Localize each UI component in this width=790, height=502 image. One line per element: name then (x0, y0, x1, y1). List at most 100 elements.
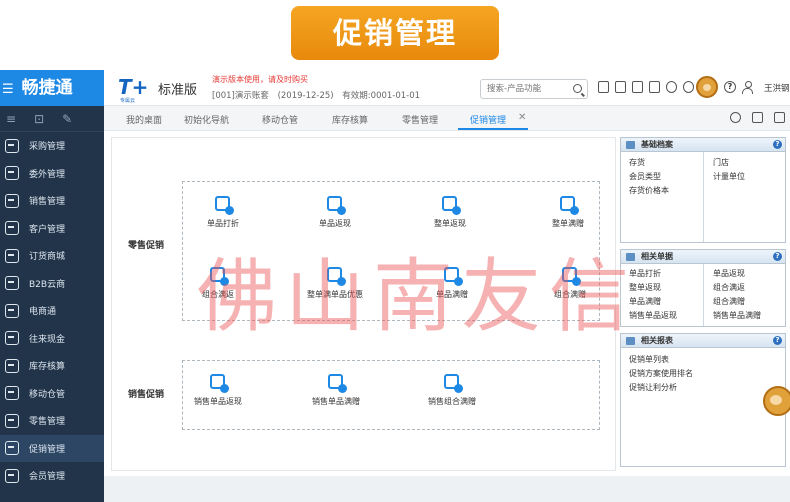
feature-combo-cashback[interactable]: 组合满返 (178, 265, 258, 300)
feature-single-cashback[interactable]: 单品返现 (295, 194, 375, 229)
link-report[interactable]: 促销让利分析 (629, 382, 677, 393)
sidebar-toolbar: ≡ ⊡ ✎ (0, 106, 104, 132)
sidebar-item-label: 委外管理 (29, 169, 66, 180)
collapse-icon[interactable]: ⊡ (34, 112, 44, 126)
link-doc[interactable]: 组合满赠 (713, 296, 745, 307)
link-report[interactable]: 促销单列表 (629, 354, 669, 365)
sidebar-item-order-mall[interactable]: 订货商城 (0, 242, 104, 270)
mascot-avatar[interactable] (696, 76, 718, 98)
sidebar-item-retail[interactable]: 零售管理 (0, 407, 104, 435)
purchase-icon (5, 138, 19, 153)
link-inventory[interactable]: 存货 (629, 157, 645, 168)
sidebar-item-cash[interactable]: 往来现金 (0, 325, 104, 353)
feature-label: 整单返现 (434, 219, 466, 228)
feature-combo-gift[interactable]: 组合满赠 (530, 265, 610, 300)
sidebar-item-members[interactable]: 会员管理 (0, 462, 104, 490)
tab-mobile-warehouse[interactable]: 移动仓管 (262, 113, 298, 126)
edit-icon[interactable]: ✎ (62, 112, 72, 126)
cashback-icon (325, 194, 346, 215)
link-doc[interactable]: 单品打折 (629, 268, 661, 279)
sidebar-logo[interactable]: ☰ 畅捷通 (0, 70, 104, 106)
feature-sales-single-gift[interactable]: 销售单品满赠 (296, 372, 376, 407)
message-icon[interactable] (649, 81, 660, 93)
logo-subtitle: 专属云 (120, 98, 136, 104)
search-icon[interactable] (730, 112, 741, 123)
close-icon[interactable]: ✕ (518, 112, 526, 123)
customer-icon (5, 221, 19, 236)
b2b-icon (5, 276, 19, 291)
search-icon[interactable] (573, 84, 582, 93)
feature-label: 整单满单品优惠 (307, 290, 363, 299)
search-input[interactable] (481, 80, 565, 98)
list-icon[interactable]: ≡ (6, 112, 16, 126)
link-doc[interactable]: 组合满返 (713, 282, 745, 293)
sidebar-item-mobile-warehouse[interactable]: 移动仓管 (0, 380, 104, 408)
ecommerce-icon (5, 303, 19, 318)
checklist-icon[interactable] (615, 81, 626, 93)
sidebar-item-promotion[interactable]: 促销管理 (0, 434, 104, 462)
help-icon[interactable]: ? (773, 252, 782, 261)
sidebar-item-ecommerce[interactable]: 电商通 (0, 297, 104, 325)
outsourcing-icon (5, 166, 19, 181)
help-icon[interactable]: ? (724, 81, 736, 93)
sidebar-item-label: 销售管理 (29, 197, 66, 208)
feature-order-single-offer[interactable]: 整单满单品优惠 (290, 265, 380, 300)
feature-single-discount[interactable]: 单品打折 (183, 194, 263, 229)
feature-label: 单品满赠 (436, 290, 468, 299)
tab-desktop[interactable]: 我的桌面 (126, 113, 162, 126)
link-doc[interactable]: 单品返现 (713, 268, 745, 279)
sidebar-item-outsourcing[interactable]: 委外管理 (0, 160, 104, 188)
tab-inventory[interactable]: 库存核算 (332, 113, 368, 126)
sidebar-item-customers[interactable]: 客户管理 (0, 215, 104, 243)
menu-icon[interactable]: ☰ (2, 82, 14, 97)
feature-sales-single-cashback[interactable]: 销售单品返现 (178, 372, 258, 407)
sidebar-item-purchase[interactable]: 采购管理 (0, 132, 104, 160)
link-store[interactable]: 门店 (713, 157, 729, 168)
sidebar-item-label: 订货商城 (29, 252, 66, 263)
help-icon[interactable]: ? (773, 336, 782, 345)
link-doc[interactable]: 销售单品满赠 (713, 310, 761, 321)
link-doc[interactable]: 销售单品返现 (629, 310, 677, 321)
calculator-icon[interactable] (598, 81, 609, 93)
tab-init-nav[interactable]: 初始化导航 (184, 113, 229, 126)
active-tab-indicator (458, 128, 528, 130)
panel-title: 基础档案 (641, 140, 673, 149)
close-all-icon[interactable] (774, 112, 785, 123)
phone-icon[interactable] (683, 81, 694, 93)
link-report[interactable]: 促销方案使用排名 (629, 368, 693, 379)
tab-retail[interactable]: 零售管理 (402, 113, 438, 126)
warehouse-icon (5, 386, 19, 401)
cashback-icon (208, 372, 229, 393)
feature-label: 组合满赠 (554, 290, 586, 299)
link-doc[interactable]: 整单返现 (629, 282, 661, 293)
sidebar-item-inventory[interactable]: 库存核算 (0, 352, 104, 380)
screen-icon[interactable] (632, 81, 643, 93)
mascot-icon[interactable] (760, 386, 790, 424)
sidebar-item-sales[interactable]: 销售管理 (0, 187, 104, 215)
link-unit[interactable]: 计量单位 (713, 171, 745, 182)
link-price-book[interactable]: 存货价格本 (629, 185, 669, 196)
username[interactable]: 王洪钢 (764, 82, 790, 94)
gift-icon (558, 194, 579, 215)
discount-icon (213, 194, 234, 215)
link-member-type[interactable]: 会员类型 (629, 171, 661, 182)
tab-promotion[interactable]: 促销管理 (470, 113, 506, 126)
banner-title: 促销管理 (291, 6, 499, 60)
user-icon[interactable] (742, 81, 753, 94)
link-doc[interactable]: 单品满赠 (629, 296, 661, 307)
bell-icon[interactable] (666, 81, 677, 93)
feature-order-gift[interactable]: 整单满赠 (528, 194, 608, 229)
top-banner: 促销管理 (0, 0, 790, 70)
feature-sales-combo-gift[interactable]: 销售组合满赠 (412, 372, 492, 407)
help-icon[interactable]: ? (773, 140, 782, 149)
fullscreen-icon[interactable] (752, 112, 763, 123)
divider (703, 264, 704, 326)
panel-title: 相关报表 (641, 336, 673, 345)
feature-single-gift[interactable]: 单品满赠 (412, 265, 492, 300)
gift-icon (442, 265, 463, 286)
demo-warning: 演示版本使用，请及时购买 (212, 75, 308, 84)
panel-related-docs: 相关单据? 单品打折 整单返现 单品满赠 销售单品返现 单品返现 组合满返 组合… (620, 249, 786, 327)
account-name: [001]演示账套 (212, 91, 269, 101)
sidebar-item-b2b[interactable]: B2B云商 (0, 270, 104, 298)
feature-order-cashback[interactable]: 整单返现 (410, 194, 490, 229)
